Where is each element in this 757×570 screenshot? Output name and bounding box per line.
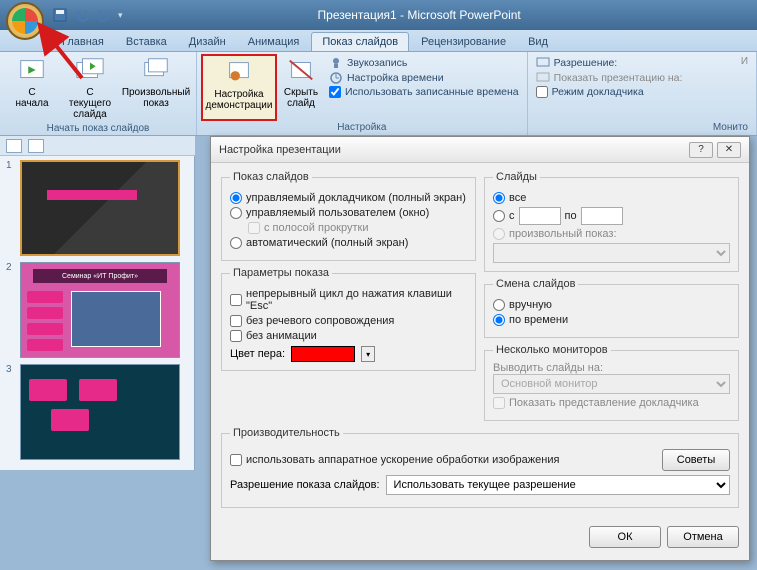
radio-slide-range[interactable]: спо: [493, 207, 730, 225]
radio-timings[interactable]: по времени: [493, 314, 730, 326]
window-title: Презентация1 - Microsoft PowerPoint: [318, 8, 521, 22]
redo-icon[interactable]: [96, 7, 112, 23]
tab-view[interactable]: Вид: [518, 33, 558, 51]
slide-thumbnail-2[interactable]: Семинар «ИТ Профит»: [20, 262, 180, 358]
use-timings-checkbox[interactable]: Использовать записанные времена: [329, 86, 519, 98]
setup-show-dialog: Настройка презентации ? ✕ Показ слайдов …: [210, 136, 750, 561]
display-on-label: Выводить слайды на:: [493, 362, 603, 374]
presenter-view-checkbox[interactable]: Режим докладчика: [536, 86, 683, 98]
radio-kiosk[interactable]: автоматический (полный экран): [230, 237, 467, 249]
radio-presenter[interactable]: управляемый докладчиком (полный экран): [230, 192, 467, 204]
to-spin[interactable]: [581, 207, 623, 225]
performance-group: Производительность использовать аппаратн…: [221, 427, 739, 508]
dialog-titlebar: Настройка презентации ? ✕: [211, 137, 749, 163]
qat-dropdown-icon[interactable]: ▾: [118, 10, 123, 21]
close-button[interactable]: ✕: [717, 142, 741, 158]
resolution-label: Разрешение:: [536, 56, 683, 70]
group-monitors-label: Монито: [532, 121, 752, 135]
ribbon: С начала С текущего слайда Произвольный …: [0, 52, 757, 136]
radio-manual[interactable]: вручную: [493, 299, 730, 311]
check-no-animation[interactable]: без анимации: [230, 330, 467, 342]
tab-animation[interactable]: Анимация: [238, 33, 310, 51]
check-no-narration[interactable]: без речевого сопровождения: [230, 315, 467, 327]
tab-review[interactable]: Рецензирование: [411, 33, 516, 51]
ok-button[interactable]: ОК: [589, 526, 661, 548]
rehearse-timings-button[interactable]: Настройка времени: [329, 71, 519, 85]
custom-show-select: [493, 243, 730, 263]
monitors-group: Несколько мониторов Выводить слайды на: …: [484, 344, 739, 421]
radio-custom-show: произвольный показ:: [493, 228, 730, 240]
pen-color-dropdown[interactable]: ▾: [361, 346, 375, 362]
tab-slideshow[interactable]: Показ слайдов: [311, 32, 409, 51]
check-scrollbar: с полосой прокрутки: [248, 222, 467, 234]
cancel-button[interactable]: Отмена: [667, 526, 739, 548]
slides-group: Слайды все спо произвольный показ:: [484, 171, 739, 272]
tab-insert[interactable]: Вставка: [116, 33, 177, 51]
hide-slide-button[interactable]: Скрыть слайд: [279, 54, 323, 121]
show-on-label: Показать презентацию на:: [536, 71, 683, 85]
check-presenter-view: Показать представление докладчика: [493, 397, 730, 409]
show-options-group: Параметры показа непрерывный цикл до наж…: [221, 267, 476, 371]
check-loop[interactable]: непрерывный цикл до нажатия клавиши "Esc…: [230, 288, 467, 312]
resolution-label-dlg: Разрешение показа слайдов:: [230, 479, 380, 491]
radio-all-slides[interactable]: все: [493, 192, 730, 204]
titlebar: ▾ Презентация1 - Microsoft PowerPoint: [0, 0, 757, 30]
resolution-select[interactable]: Использовать текущее разрешение: [386, 475, 730, 495]
custom-show-button[interactable]: Произвольный показ: [120, 54, 192, 122]
slide-thumbnail-1[interactable]: [20, 160, 180, 256]
monitor-select: Основной монитор: [493, 374, 730, 394]
pane-view-switch[interactable]: [0, 136, 195, 156]
pen-color-swatch: [291, 346, 355, 362]
thumbnail-pane: 1 2Семинар «ИТ Профит» 3: [0, 156, 195, 470]
show-type-group: Показ слайдов управляемый докладчиком (п…: [221, 171, 476, 261]
help-button[interactable]: ?: [689, 142, 713, 158]
group-start-label: Начать показ слайдов: [4, 122, 192, 136]
dialog-title: Настройка презентации: [219, 144, 341, 156]
ribbon-tabs: Главная Вставка Дизайн Анимация Показ сл…: [0, 30, 757, 52]
radio-browsed[interactable]: управляемый пользователем (окно): [230, 207, 467, 219]
group-setup-label: Настройка: [201, 121, 523, 135]
tips-button[interactable]: Советы: [662, 449, 730, 471]
pen-color-row: Цвет пера: ▾: [230, 346, 467, 362]
advance-group: Смена слайдов вручную по времени: [484, 278, 739, 338]
tab-design[interactable]: Дизайн: [179, 33, 236, 51]
setup-show-button[interactable]: Настройка демонстрации: [201, 54, 277, 121]
check-hw-accel[interactable]: использовать аппаратное ускорение обрабо…: [230, 454, 656, 466]
record-narration-button[interactable]: Звукозапись: [329, 56, 519, 70]
slide-thumbnail-3[interactable]: [20, 364, 180, 460]
from-spin[interactable]: [519, 207, 561, 225]
